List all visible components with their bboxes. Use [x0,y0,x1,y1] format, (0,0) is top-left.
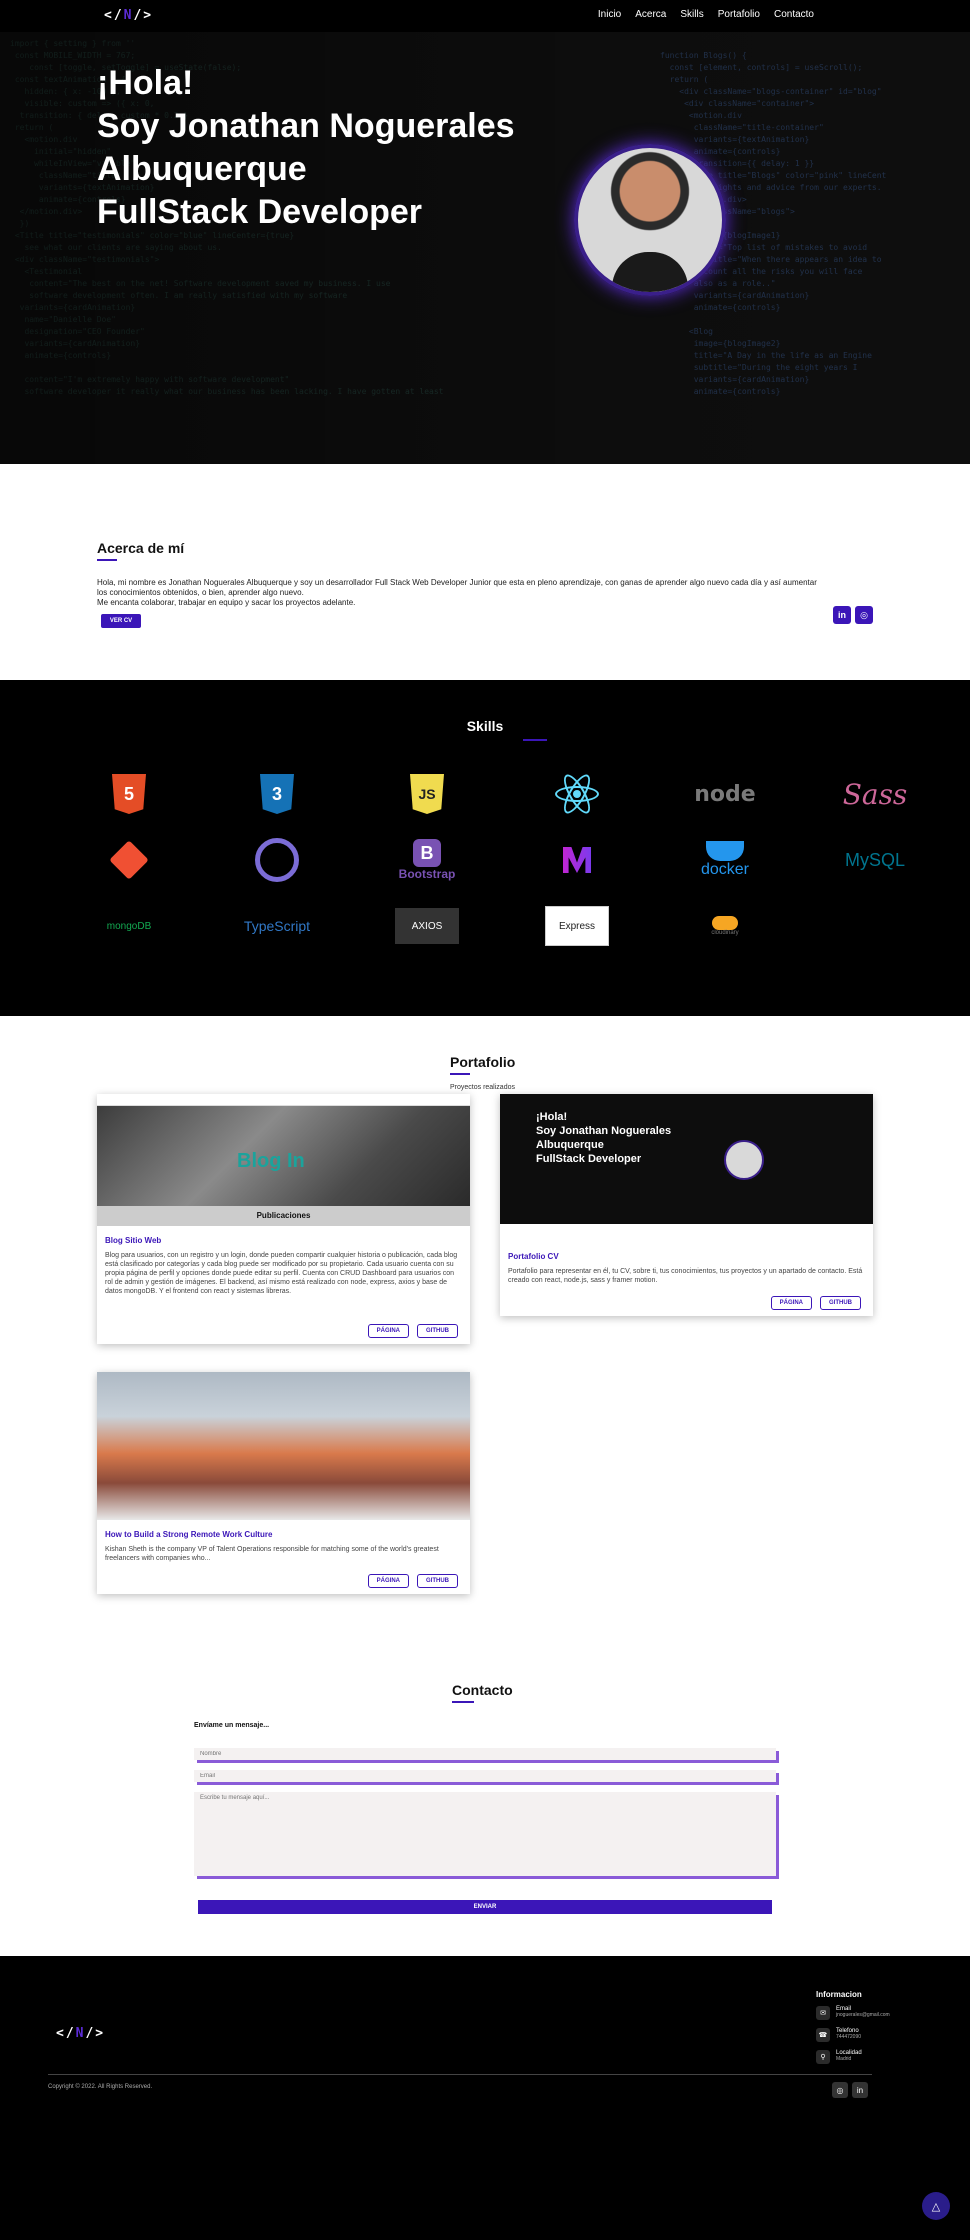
project-desc: Blog para usuarios, con un registro y un… [105,1252,458,1295]
portfolio-section: Portafolio Proyectos realizados Blog In … [0,1016,970,1616]
project-image: Blog In Publicaciones [97,1094,470,1226]
contact-section: Contacto Envíame un mensaje... ENVIAR [0,1616,970,1956]
axios-icon: AXIOS [382,898,472,954]
skills-section: Skills 5 3 JS node Sass B Bootstrap docke… [0,680,970,1016]
project-page-button[interactable]: PÁGINA [367,1574,409,1588]
about-title: Acerca de mí [97,540,185,556]
about-section: Acerca de mí Hola, mi nombre es Jonathan… [0,464,970,680]
portfolio-subtitle: Proyectos realizados [450,1084,515,1091]
portfolio-underline [450,1073,470,1075]
javascript-icon: JS [382,766,472,822]
github-logo-icon [232,832,322,888]
bootstrap-icon: B Bootstrap [382,832,472,888]
mongodb-icon: mongoDB [106,920,152,932]
footer-social-icons: ◎ in [832,2082,868,2098]
typescript-icon: TypeScript [243,918,311,934]
footer-info-title: Informacion [816,1990,862,1999]
contact-title: Contacto [452,1682,513,1698]
about-paragraph-1: Hola, mi nombre es Jonathan Noguerales A… [97,578,817,597]
linkedin-icon[interactable]: in [833,606,851,624]
scroll-to-top-icon[interactable]: △ [922,2192,950,2220]
phone-icon: ☎ [816,2028,830,2042]
github-icon[interactable]: ◎ [832,2082,848,2098]
portfolio-title: Portafolio [450,1054,516,1070]
docker-icon: docker [680,832,770,888]
footer-location: ⚲ Localidad Madrid [816,2050,862,2064]
project-desc: Kishan Sheth is the company VP of Talent… [105,1546,439,1562]
hero-title: ¡Hola! Soy Jonathan Noguerales Albuquerq… [97,62,617,234]
mysql-icon: MySQL [844,849,905,870]
hero-section: import { setting } from '' const MOBILE_… [0,32,970,464]
hero-line-4: FullStack Developer [97,193,423,231]
nav-links: Inicio Acerca Skills Portafolio Contacto [598,9,814,20]
contact-underline [452,1701,474,1703]
about-paragraph-2: Me encanta colaborar, trabajar en equipo… [97,598,356,607]
skills-underline [523,739,547,741]
footer-divider [48,2074,872,2075]
send-button[interactable]: ENVIAR [198,1900,772,1914]
project-title: How to Build a Strong Remote Work Cultur… [105,1530,273,1539]
hero-line-3: Albuquerque [97,150,307,188]
vite-icon [532,832,622,888]
footer-phone: ☎ Telefono 744472090 [816,2028,861,2042]
skills-title: Skills [466,718,504,734]
about-text: Hola, mi nombre es Jonathan Noguerales A… [97,578,817,608]
hero-line-2: Soy Jonathan Noguerales [97,107,515,145]
project-image [97,1372,470,1520]
sass-icon: Sass [842,777,908,811]
project-card: How to Build a Strong Remote Work Cultur… [97,1372,470,1594]
project-image: ¡Hola! Soy Jonathan Noguerales Albuquerque… [500,1094,873,1224]
about-underline [97,559,117,561]
profile-avatar [574,144,726,296]
react-icon [532,766,622,822]
footer: </N/> Informacion ✉ Email jnoguerales@gma… [0,1956,970,2240]
nav-link-portafolio[interactable]: Portafolio [718,9,760,20]
node-icon: node [694,781,756,807]
nav-link-acerca[interactable]: Acerca [635,9,666,20]
project-github-button[interactable]: GITHUB [417,1324,458,1338]
git-icon [84,832,174,888]
project-github-button[interactable]: GITHUB [820,1296,861,1310]
github-icon[interactable]: ◎ [855,606,873,624]
footer-email: ✉ Email jnoguerales@gmail.com [816,2006,890,2020]
project-page-button[interactable]: PÁGINA [367,1324,409,1338]
project-card: ¡Hola! Soy Jonathan Noguerales Albuquerque… [500,1094,873,1316]
project-github-button[interactable]: GITHUB [417,1574,458,1588]
name-input[interactable] [194,1748,776,1760]
nav-link-inicio[interactable]: Inicio [598,9,621,20]
nav-link-skills[interactable]: Skills [680,9,703,20]
email-input[interactable] [194,1770,776,1782]
footer-logo[interactable]: </N/> [56,2026,105,2041]
project-desc: Portafolio para representar en él, tu CV… [508,1268,863,1284]
navbar: </N/> Inicio Acerca Skills Portafolio Co… [0,0,970,32]
mail-icon: ✉ [816,2006,830,2020]
css3-icon: 3 [232,766,322,822]
nav-link-contacto[interactable]: Contacto [774,9,814,20]
hero-line-1: ¡Hola! [97,64,194,102]
project-page-button[interactable]: PÁGINA [770,1296,812,1310]
site-logo[interactable]: </N/> [104,8,153,23]
location-icon: ⚲ [816,2050,830,2064]
about-social-icons: in ◎ [833,606,873,624]
view-cv-button[interactable]: VER CV [101,614,141,628]
html5-icon: 5 [84,766,174,822]
contact-label: Envíame un mensaje... [194,1722,270,1729]
message-textarea[interactable] [194,1792,776,1876]
project-title: Blog Sitio Web [105,1236,162,1245]
express-icon: Express [532,898,622,954]
cloudinary-icon: cloudinary [680,898,770,954]
copyright: Copyright © 2022. All Rights Reserved. [48,2084,153,2090]
project-title: Portafolio CV [508,1252,559,1261]
linkedin-icon[interactable]: in [852,2082,868,2098]
project-card: Blog In Publicaciones Blog Sitio Web Blo… [97,1094,470,1344]
